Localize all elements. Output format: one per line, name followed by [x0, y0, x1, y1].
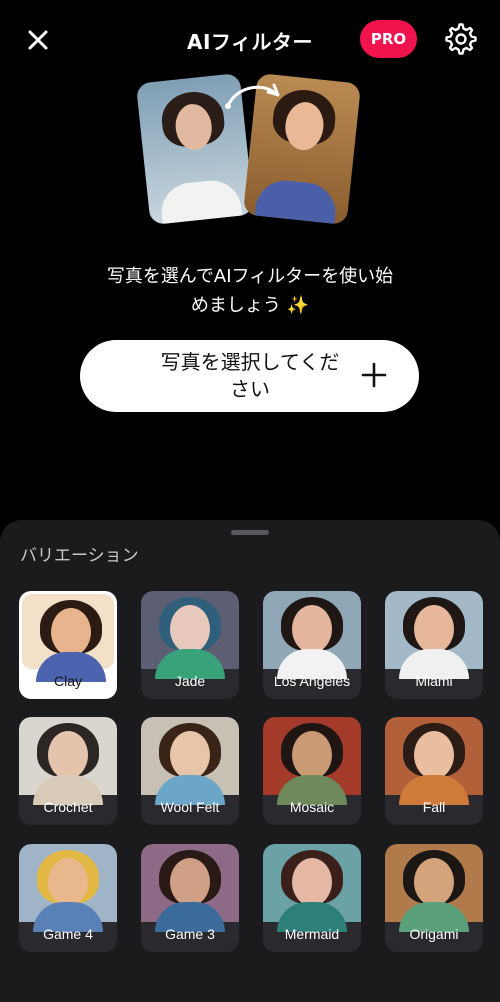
filter-tile-crochet[interactable]: Crochet — [19, 717, 117, 825]
filter-label: Jade — [174, 673, 206, 689]
filter-thumbnail — [263, 591, 361, 679]
filter-thumbnail — [22, 594, 114, 682]
instruction-line-1: 写真を選んでAIフィルターを使い始 — [106, 266, 394, 287]
filter-label: Wool Felt — [160, 799, 220, 815]
filter-thumbnail — [385, 591, 483, 679]
filter-tile-wool-felt[interactable]: Wool Felt — [141, 717, 239, 825]
filter-label: Mermaid — [284, 926, 340, 942]
curved-arrow-icon — [225, 83, 280, 109]
filter-tile-origami[interactable]: Origami — [385, 844, 483, 952]
filter-thumbnail — [19, 717, 117, 805]
instruction-text: 写真を選んでAIフィルターを使い始 めましょう ✨ — [0, 262, 500, 320]
filter-tile-clay[interactable]: Clay — [19, 591, 117, 699]
filter-thumbnail — [263, 717, 361, 805]
filter-label: Game 4 — [43, 926, 93, 942]
select-photo-label-line-2: さい — [230, 377, 270, 401]
select-photo-button[interactable]: 写真を選択してくだ さい — [80, 340, 419, 412]
variations-title: バリエーション — [20, 546, 139, 566]
filter-thumbnail — [385, 844, 483, 932]
filter-thumbnail — [141, 844, 239, 932]
filter-tile-mosaic[interactable]: Mosaic — [263, 717, 361, 825]
filter-thumbnail — [141, 591, 239, 679]
sheet-grabber[interactable] — [231, 530, 269, 535]
filter-label: Game 3 — [165, 926, 215, 942]
select-photo-label-line-1: 写真を選択してくだ — [160, 350, 340, 374]
filter-tile-fall[interactable]: Fall — [385, 717, 483, 825]
pro-badge[interactable]: PRO — [360, 20, 417, 58]
filter-label: Los Angeles — [273, 673, 351, 689]
filter-label: Crochet — [43, 799, 93, 815]
filter-tile-game-3[interactable]: Game 3 — [141, 844, 239, 952]
filter-tile-los-angeles[interactable]: Los Angeles — [263, 591, 361, 699]
filter-label: Origami — [409, 926, 459, 942]
filter-tile-mermaid[interactable]: Mermaid — [263, 844, 361, 952]
select-photo-label: 写真を選択してくだ さい — [130, 349, 370, 403]
filter-tile-miami[interactable]: Miami — [385, 591, 483, 699]
gear-icon — [445, 23, 477, 55]
plus-icon — [361, 362, 387, 388]
page-title: AIフィルター — [186, 30, 314, 54]
hero-illustration — [0, 70, 500, 230]
filter-label: Fall — [422, 799, 446, 815]
filter-thumbnail — [263, 844, 361, 932]
settings-button[interactable] — [444, 22, 478, 56]
filter-thumbnail — [19, 844, 117, 932]
filter-thumbnail — [141, 717, 239, 805]
filter-label: Mosaic — [289, 799, 335, 815]
filter-tile-game-4[interactable]: Game 4 — [19, 844, 117, 952]
filter-label: Clay — [53, 673, 82, 689]
instruction-line-2: めましょう ✨ — [190, 295, 310, 316]
filter-label: Miami — [415, 673, 453, 689]
top-bar: AIフィルター PRO — [0, 0, 500, 80]
filter-thumbnail — [385, 717, 483, 805]
filter-tile-jade[interactable]: Jade — [141, 591, 239, 699]
variations-sheet: バリエーション Clay Jade Los Angeles Miami Crochet W… — [0, 520, 500, 1002]
